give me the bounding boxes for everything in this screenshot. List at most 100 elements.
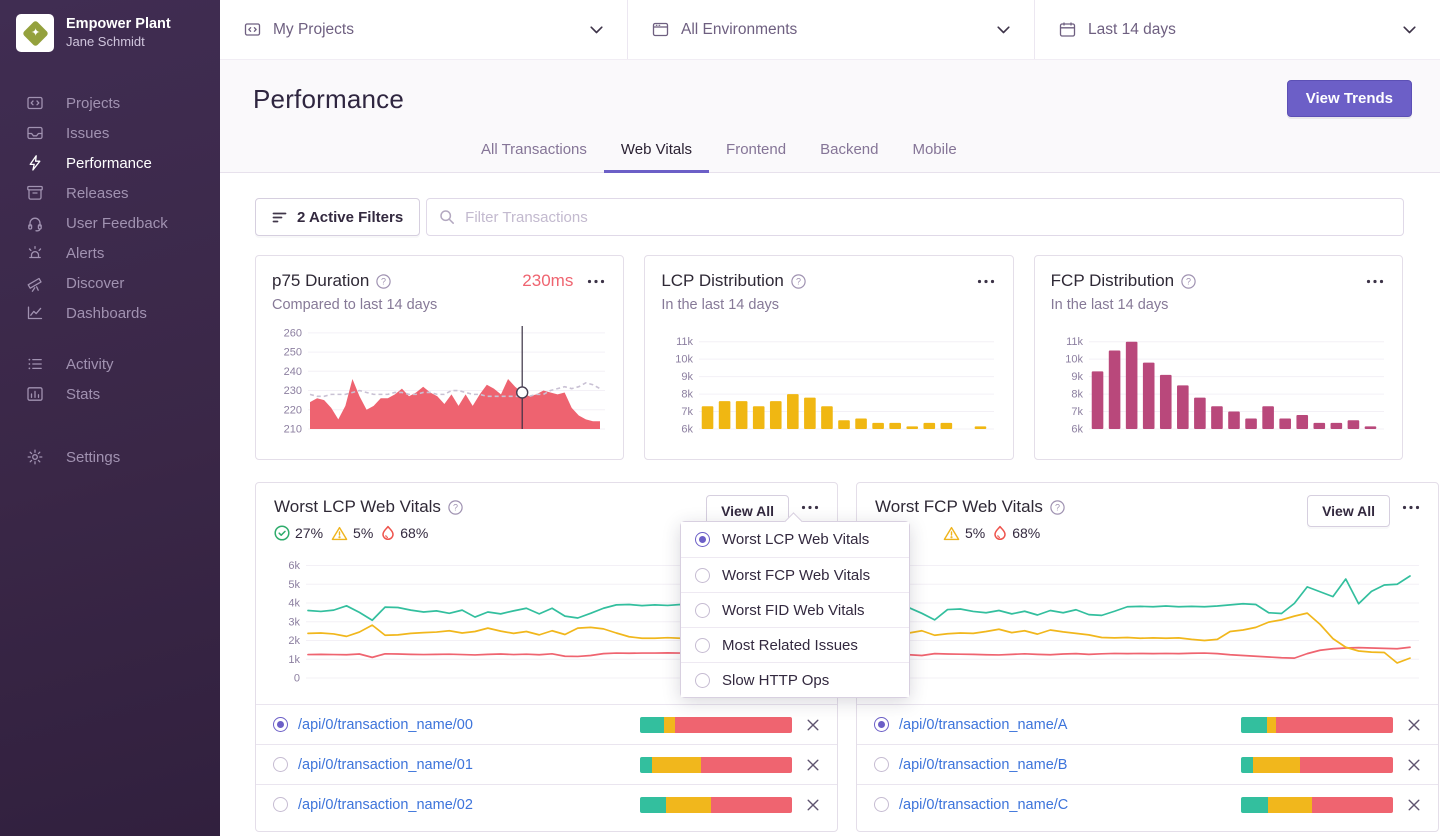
context-menu-icon[interactable] xyxy=(585,275,607,288)
sidebar-item-user-feedback[interactable]: User Feedback xyxy=(0,208,220,238)
sidebar-item-alerts[interactable]: Alerts xyxy=(0,238,220,268)
project-selector[interactable]: My Projects xyxy=(220,0,628,59)
vitals-distribution-bar[interactable] xyxy=(1241,716,1393,733)
svg-text:7k: 7k xyxy=(1071,406,1083,418)
vitals-distribution-bar[interactable] xyxy=(1241,796,1393,813)
vital-stat: 5% xyxy=(331,525,373,541)
svg-text:10k: 10k xyxy=(676,354,694,366)
table-row: /api/0/transaction_name/A xyxy=(857,704,1438,744)
view-all-button[interactable]: View All xyxy=(1307,495,1390,527)
close-icon[interactable] xyxy=(806,718,820,732)
transaction-radio[interactable] xyxy=(273,717,288,732)
svg-text:?: ? xyxy=(453,502,458,512)
sidebar-item-dashboards[interactable]: Dashboards xyxy=(0,298,220,328)
context-menu-icon[interactable] xyxy=(1364,275,1386,288)
transaction-link[interactable]: /api/0/transaction_name/A xyxy=(899,717,1067,733)
sidebar-item-performance[interactable]: Performance xyxy=(0,148,220,178)
vital-stat: 5% xyxy=(943,525,985,541)
sidebar-item-issues[interactable]: Issues xyxy=(0,118,220,148)
sidebar-item-label: Dashboards xyxy=(66,304,147,322)
menu-item-slow-http-ops[interactable]: Slow HTTP Ops xyxy=(681,662,909,697)
view-trends-button[interactable]: View Trends xyxy=(1286,80,1412,117)
search-input[interactable] xyxy=(426,198,1404,236)
transaction-radio[interactable] xyxy=(273,797,288,812)
active-filters-button[interactable]: 2 Active Filters xyxy=(255,198,421,236)
menu-radio[interactable] xyxy=(695,602,710,618)
date-range-label: Last 14 days xyxy=(1088,20,1176,38)
help-icon[interactable]: ? xyxy=(1181,273,1196,289)
menu-item-most-related-issues[interactable]: Most Related Issues xyxy=(681,627,909,662)
menu-radio[interactable] xyxy=(695,567,710,583)
help-icon[interactable]: ? xyxy=(1050,499,1065,515)
sidebar-item-label: Stats xyxy=(66,385,101,403)
transaction-link[interactable]: /api/0/transaction_name/01 xyxy=(298,757,473,773)
date-range-selector[interactable]: Last 14 days xyxy=(1035,0,1440,59)
tab-frontend[interactable]: Frontend xyxy=(709,141,803,173)
menu-item-worst-lcp-web-vitals[interactable]: Worst LCP Web Vitals xyxy=(681,522,909,557)
close-icon[interactable] xyxy=(806,758,820,772)
dashboards-icon xyxy=(26,304,44,322)
vitals-distribution-bar[interactable] xyxy=(640,716,792,733)
svg-text:?: ? xyxy=(1186,276,1191,286)
menu-radio[interactable] xyxy=(695,532,710,547)
check-circle-icon xyxy=(274,525,290,541)
sidebar-item-releases[interactable]: Releases xyxy=(0,178,220,208)
close-icon[interactable] xyxy=(1407,798,1421,812)
table-row: /api/0/transaction_name/00 xyxy=(256,704,837,744)
org-user: Jane Schmidt xyxy=(66,33,145,49)
help-icon[interactable]: ? xyxy=(448,499,463,515)
context-menu-icon[interactable] xyxy=(975,275,997,288)
menu-item-worst-fcp-web-vitals[interactable]: Worst FCP Web Vitals xyxy=(681,557,909,592)
org-switcher[interactable]: ✦ Empower Plant Jane Schmidt xyxy=(0,0,220,66)
lcp-card-subtitle: In the last 14 days xyxy=(661,297,780,313)
filter-icon xyxy=(272,210,287,225)
menu-item-label: Slow HTTP Ops xyxy=(722,671,830,689)
sidebar-item-stats[interactable]: Stats xyxy=(0,379,220,409)
vitals-distribution-bar[interactable] xyxy=(1241,756,1393,773)
svg-text:9k: 9k xyxy=(682,371,694,383)
tab-backend[interactable]: Backend xyxy=(803,141,895,173)
context-menu-icon[interactable] xyxy=(799,501,821,514)
svg-text:1k: 1k xyxy=(288,654,300,666)
sidebar-item-activity[interactable]: Activity xyxy=(0,349,220,379)
sidebar-item-settings[interactable]: Settings xyxy=(0,442,220,472)
sidebar-item-projects[interactable]: Projects xyxy=(0,88,220,118)
vitals-distribution-bar[interactable] xyxy=(640,756,792,773)
tab-web-vitals[interactable]: Web Vitals xyxy=(603,141,710,173)
context-menu-icon[interactable] xyxy=(1400,501,1422,514)
vitals-distribution-bar[interactable] xyxy=(640,796,792,813)
transaction-link[interactable]: /api/0/transaction_name/00 xyxy=(298,717,473,733)
sidebar-item-label: Discover xyxy=(66,274,125,292)
table-row: /api/0/transaction_name/B xyxy=(857,744,1438,784)
transaction-link[interactable]: /api/0/transaction_name/02 xyxy=(298,797,473,813)
help-icon[interactable]: ? xyxy=(791,273,806,289)
menu-radio[interactable] xyxy=(695,672,710,688)
close-icon[interactable] xyxy=(1407,758,1421,772)
transaction-radio[interactable] xyxy=(273,757,288,772)
menu-radio[interactable] xyxy=(695,637,710,653)
close-icon[interactable] xyxy=(1407,718,1421,732)
warning-icon xyxy=(331,526,348,541)
sidebar-item-discover[interactable]: Discover xyxy=(0,268,220,298)
lcp-distribution-card: LCP Distribution ? In the last 14 days 1… xyxy=(644,255,1014,460)
transaction-radio[interactable] xyxy=(874,717,889,732)
vital-stat-value: 68% xyxy=(1012,525,1041,541)
tab-all-transactions[interactable]: All Transactions xyxy=(464,141,604,173)
svg-text:8k: 8k xyxy=(682,389,694,401)
transaction-radio[interactable] xyxy=(874,757,889,772)
close-icon[interactable] xyxy=(806,798,820,812)
transaction-radio[interactable] xyxy=(874,797,889,812)
svg-text:6k: 6k xyxy=(682,424,694,436)
tab-mobile[interactable]: Mobile xyxy=(895,141,973,173)
app-window: ✦ Empower Plant Jane Schmidt Projects Iss… xyxy=(0,0,1440,836)
sidebar-item-label: Settings xyxy=(66,448,121,466)
menu-item-worst-fid-web-vitals[interactable]: Worst FID Web Vitals xyxy=(681,592,909,627)
worst-fcp-title: Worst FCP Web Vitals xyxy=(875,497,1043,516)
help-icon[interactable]: ? xyxy=(376,273,392,289)
transaction-link[interactable]: /api/0/transaction_name/C xyxy=(899,797,1068,813)
projects-icon xyxy=(244,21,261,38)
project-selector-label: My Projects xyxy=(273,20,354,38)
environment-selector[interactable]: All Environments xyxy=(628,0,1035,59)
svg-text:4k: 4k xyxy=(288,598,300,610)
transaction-link[interactable]: /api/0/transaction_name/B xyxy=(899,757,1067,773)
